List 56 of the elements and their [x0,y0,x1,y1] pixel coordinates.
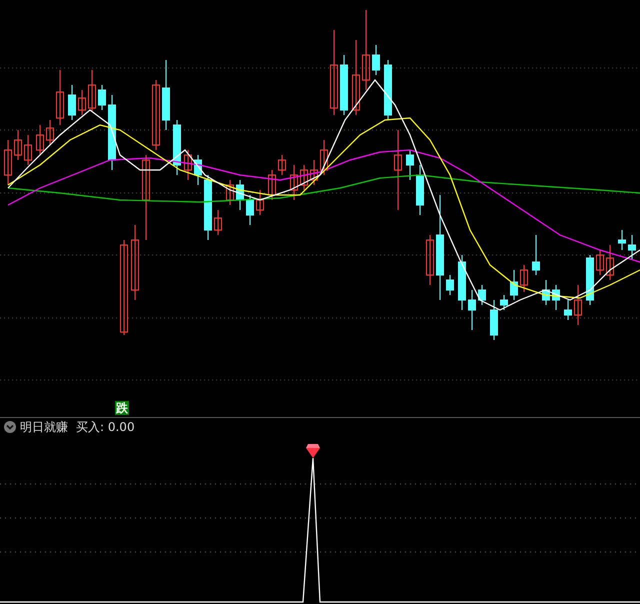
candlestick [478,284,486,306]
candlestick [372,44,380,76]
candlestick [152,80,160,150]
candlestick [458,254,466,310]
candlestick [520,264,528,292]
candlestick [56,70,64,126]
candlestick [194,154,202,186]
candlestick [46,120,54,146]
candlestick [446,274,454,296]
candlestick [214,210,222,236]
candlestick [628,234,636,260]
candlestick [78,90,86,116]
gem-icon [306,444,320,458]
chevron-down-icon[interactable] [4,421,16,433]
candlestick [278,154,286,176]
candlestick [596,250,604,276]
candlestick [510,270,518,300]
candlestick [468,290,476,330]
candlestick [340,54,348,116]
candlestick [384,60,392,120]
candlestick [184,150,192,180]
candlestick [490,300,498,340]
candlestick [500,294,508,310]
candlestick [268,170,276,200]
candlestick [256,190,264,216]
candlestick [204,174,212,240]
candlestick [542,280,550,306]
candlestick [426,234,434,286]
candlestick [300,164,308,190]
indicator-name: 明日就赚 [20,419,68,436]
candlestick [416,164,424,216]
candlestick [574,284,582,326]
candlestick [98,84,106,110]
candlestick [246,194,254,226]
candlestick [236,180,244,210]
candlestick [606,244,614,280]
candlestick [88,70,96,112]
candlestick [173,120,181,176]
candlestick [406,150,414,180]
candlestick [226,180,234,206]
candlestick [36,124,44,156]
candlestick [4,140,12,186]
candlestick [68,84,76,120]
candlestick [290,164,298,200]
candlestick [564,300,572,320]
indicator-reading: 买入: 0.00 [76,419,135,436]
candlestick [320,140,328,176]
candlestick [24,134,32,166]
candlestick [14,130,22,160]
candlestick [552,284,560,310]
candlestick [310,160,318,186]
candlestick [618,230,626,250]
candlestick [586,254,594,306]
candlestick [162,60,170,130]
candlestick [532,234,540,276]
signal-badge: 跌 [115,401,129,415]
